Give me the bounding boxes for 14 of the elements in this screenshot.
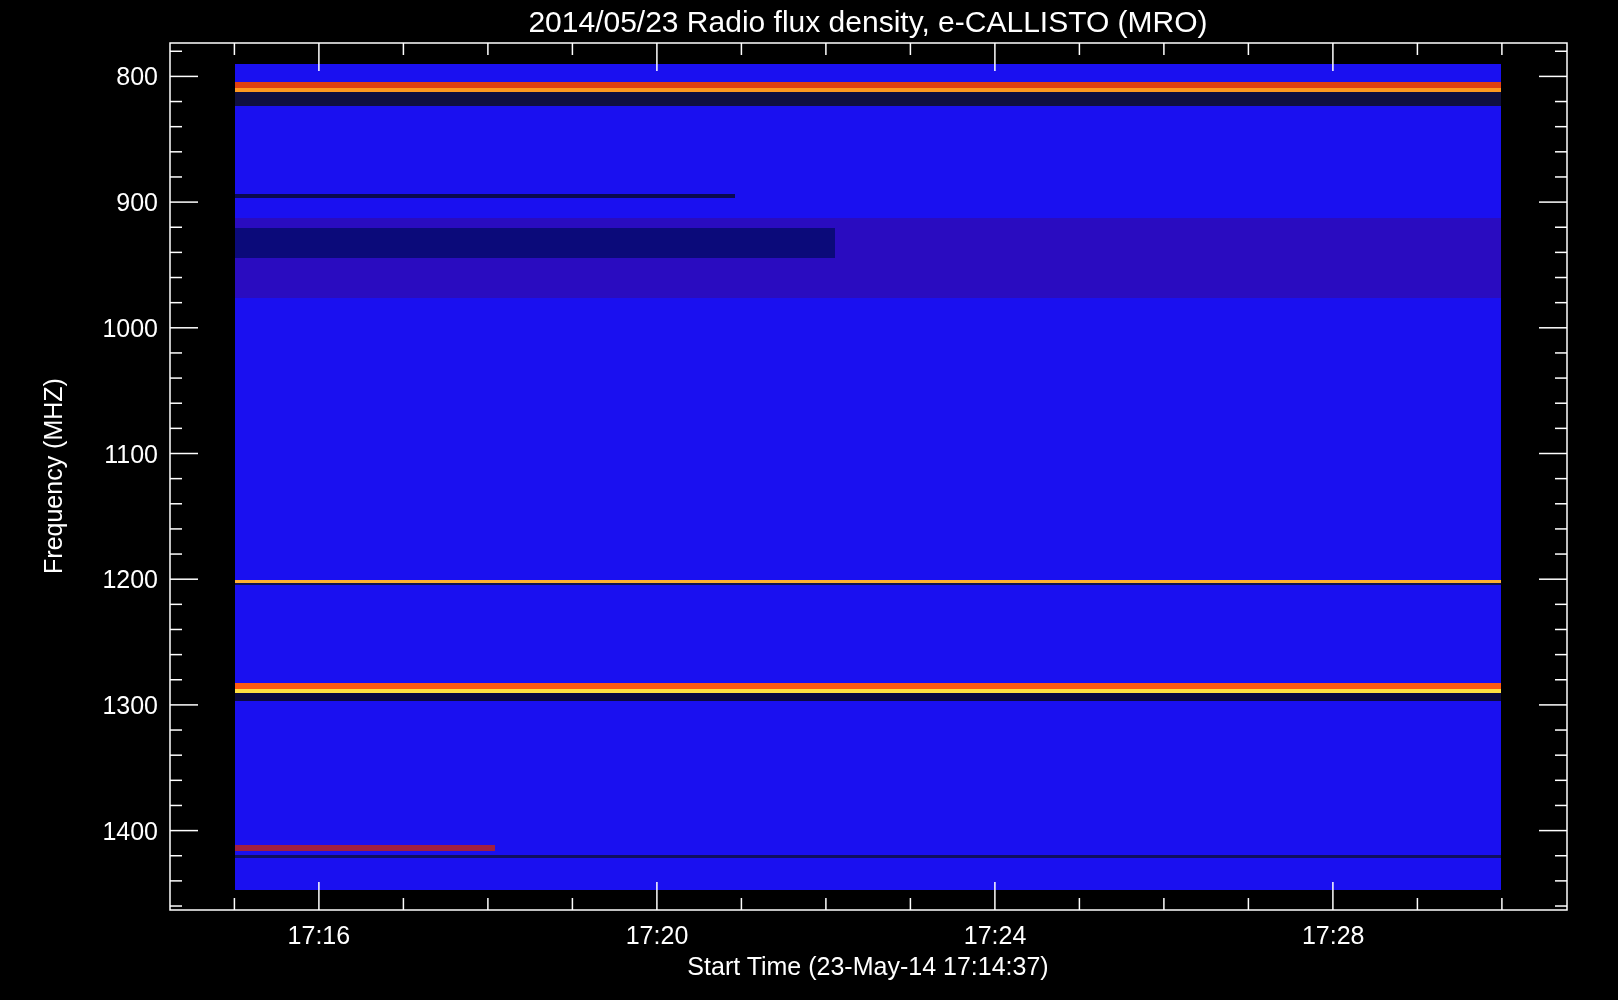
tick-label: 1400 (102, 816, 158, 845)
tick-label: 1200 (102, 565, 158, 594)
tick-label: 1000 (102, 313, 158, 342)
tick-label: 900 (116, 188, 158, 217)
chart-title: 2014/05/23 Radio flux density, e-CALLISTO (MRO) (528, 5, 1208, 38)
tick-label: 17:20 (625, 921, 689, 949)
tick-label: 17:16 (287, 921, 351, 949)
tick-label: 17:28 (1301, 921, 1365, 949)
axis-label: Frequency (MHZ) (39, 378, 67, 574)
axis-label: Start Time (23-May-14 17:14:37) (687, 952, 1049, 980)
tick-label: 1300 (102, 690, 158, 719)
tick-label: 17:24 (963, 921, 1027, 949)
tick-label: 1100 (104, 439, 158, 468)
tick-label: 800 (116, 62, 158, 91)
